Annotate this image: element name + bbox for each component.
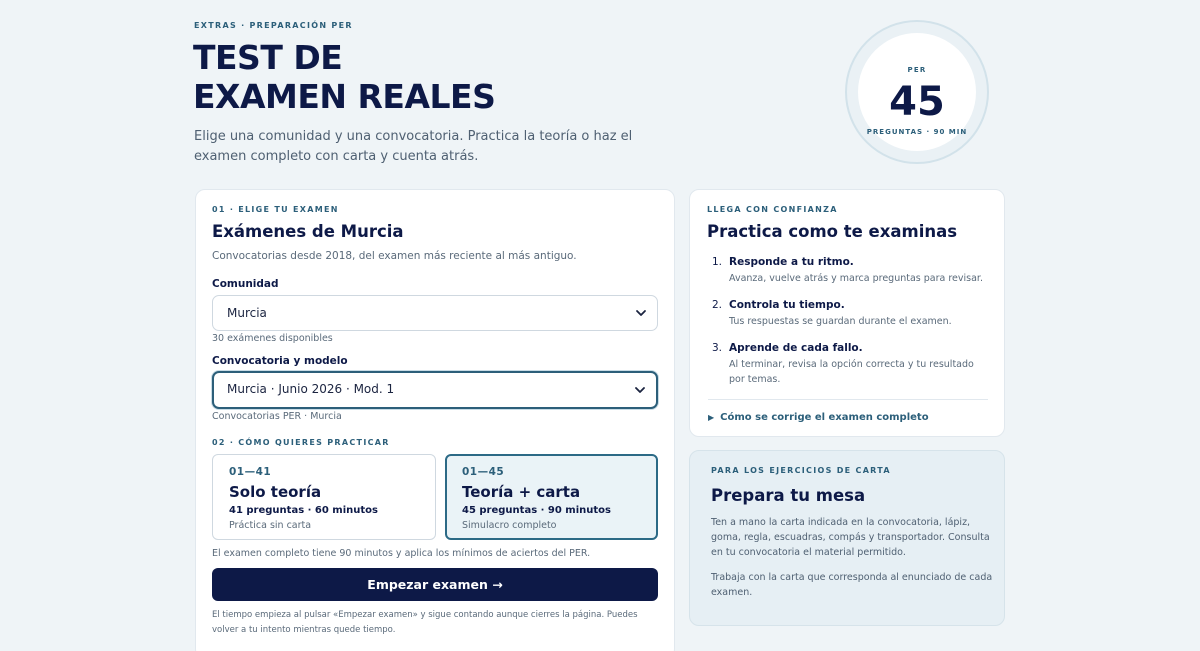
tip-step-number: 3. bbox=[712, 342, 723, 354]
full-exam-note: El examen completo tiene 90 minutos y ap… bbox=[212, 548, 591, 559]
table-prep-card: PARA LOS EJERCICIOS DE CARTA Prepara tu … bbox=[689, 450, 1005, 626]
exam-selection-card: 01 · ELIGE TU EXAMEN Exámenes de Murcia … bbox=[195, 189, 675, 651]
mode-detail: 45 preguntas · 90 minutos bbox=[462, 505, 611, 516]
page-title-line-2: EXAMEN REALES bbox=[193, 77, 496, 116]
tip-step-title: Responde a tu ritmo. bbox=[729, 256, 854, 268]
community-select-value: Murcia bbox=[227, 306, 267, 320]
exam-summary-badge: PER 45 PREGUNTAS · 90 MIN bbox=[845, 20, 989, 164]
tip-step-number: 2. bbox=[712, 299, 723, 311]
session-select[interactable]: Murcia · Junio 2026 · Mod. 1 bbox=[212, 371, 658, 409]
badge-subtitle: PREGUNTAS · 90 MIN bbox=[866, 128, 968, 136]
community-hint: 30 exámenes disponibles bbox=[212, 333, 333, 344]
mode-detail: 41 preguntas · 60 minutos bbox=[229, 505, 378, 516]
badge-question-count: 45 bbox=[889, 79, 945, 125]
mode-range: 01—41 bbox=[229, 466, 272, 478]
table-prep-title: Prepara tu mesa bbox=[711, 486, 866, 505]
session-hint: Convocatorias PER · Murcia bbox=[212, 411, 342, 422]
tips-title: Practica como te examinas bbox=[707, 222, 958, 241]
start-exam-button[interactable]: Empezar examen → bbox=[212, 568, 658, 601]
timer-note: El tiempo empieza al pulsar «Empezar exa… bbox=[212, 610, 638, 635]
caret-right-icon: ▶ bbox=[708, 413, 715, 422]
exam-card-subtitle: Convocatorias desde 2018, del examen más… bbox=[212, 250, 577, 262]
page-title-line-1: TEST DE bbox=[193, 38, 343, 77]
table-prep-paragraph: Trabaja con la carta que corresponda al … bbox=[711, 572, 993, 598]
tips-eyebrow: LLEGA CON CONFIANZA bbox=[707, 205, 838, 214]
hero-lead: Elige una comunidad y una convocatoria. … bbox=[194, 129, 633, 164]
exam-card-eyebrow: 01 · ELIGE TU EXAMEN bbox=[212, 205, 339, 214]
exam-card-title: Exámenes de Murcia bbox=[212, 222, 404, 241]
badge-inner-circle: PER 45 PREGUNTAS · 90 MIN bbox=[858, 33, 976, 151]
hero-eyebrow: EXTRAS · PREPARACIÓN PER bbox=[194, 21, 353, 30]
grading-details-toggle[interactable]: ▶ Cómo se corrige el examen completo bbox=[708, 412, 929, 423]
mode-title: Teoría + carta bbox=[462, 483, 581, 501]
chevron-down-icon bbox=[636, 310, 646, 316]
tip-step-title: Aprende de cada fallo. bbox=[729, 342, 863, 354]
mode-option-theory[interactable]: 01—41 Solo teoría 41 preguntas · 60 minu… bbox=[212, 454, 436, 540]
session-label: Convocatoria y modelo bbox=[212, 355, 348, 367]
page-title: TEST DE EXAMEN REALES bbox=[193, 38, 496, 116]
divider bbox=[708, 399, 988, 400]
mode-option-theory-chart[interactable]: 01—45 Teoría + carta 45 preguntas · 90 m… bbox=[445, 454, 658, 540]
mode-note: Simulacro completo bbox=[462, 520, 557, 531]
table-prep-eyebrow: PARA LOS EJERCICIOS DE CARTA bbox=[711, 466, 891, 475]
chevron-down-icon bbox=[635, 387, 645, 393]
tip-step-desc: Tus respuestas se guardan durante el exa… bbox=[729, 316, 952, 327]
mode-title: Solo teoría bbox=[229, 483, 322, 501]
tip-step-title: Controla tu tiempo. bbox=[729, 299, 845, 311]
grading-details-label: Cómo se corrige el examen completo bbox=[720, 412, 929, 423]
mode-range: 01—45 bbox=[462, 466, 505, 478]
tip-step-number: 1. bbox=[712, 256, 723, 268]
table-prep-paragraph: Ten a mano la carta indicada en la convo… bbox=[711, 517, 990, 558]
practice-eyebrow: 02 · CÓMO QUIERES PRACTICAR bbox=[212, 438, 390, 447]
practice-tips-card: LLEGA CON CONFIANZA Practica como te exa… bbox=[689, 189, 1005, 437]
tip-step-desc: Al terminar, revisa la opción correcta y… bbox=[729, 359, 974, 385]
session-select-value: Murcia · Junio 2026 · Mod. 1 bbox=[227, 382, 395, 396]
community-label: Comunidad bbox=[212, 278, 279, 290]
badge-label: PER bbox=[907, 66, 927, 74]
mode-note: Práctica sin carta bbox=[229, 520, 312, 531]
tip-step-desc: Avanza, vuelve atrás y marca preguntas p… bbox=[729, 273, 983, 284]
community-select[interactable]: Murcia bbox=[212, 295, 658, 331]
